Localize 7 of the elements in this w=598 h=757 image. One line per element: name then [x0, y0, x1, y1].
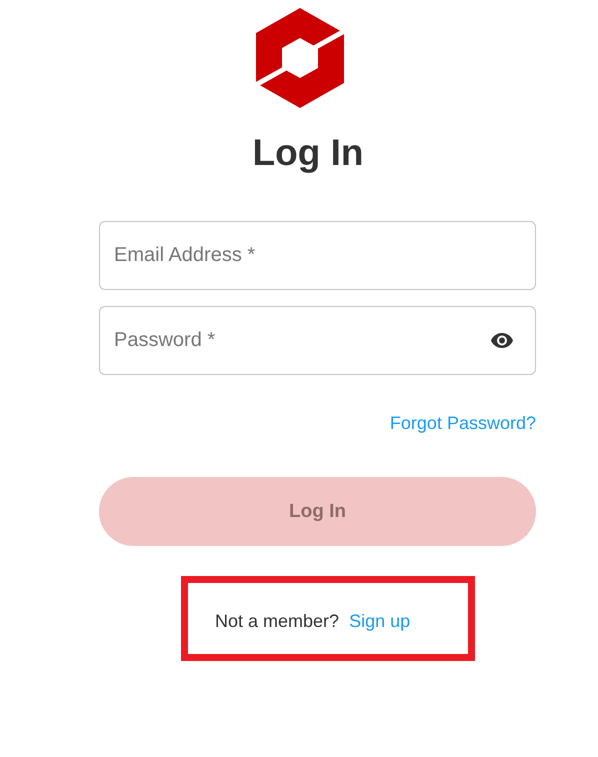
hexagon-logo-icon — [256, 8, 344, 108]
sign-up-link[interactable]: Sign up — [349, 611, 410, 632]
password-field[interactable]: Password * — [99, 306, 536, 375]
email-field[interactable]: Email Address * — [99, 221, 536, 290]
signup-prompt-text: Not a member? — [215, 611, 340, 632]
forgot-password-link[interactable]: Forgot Password? — [390, 413, 536, 434]
page-title: Log In — [252, 131, 364, 175]
